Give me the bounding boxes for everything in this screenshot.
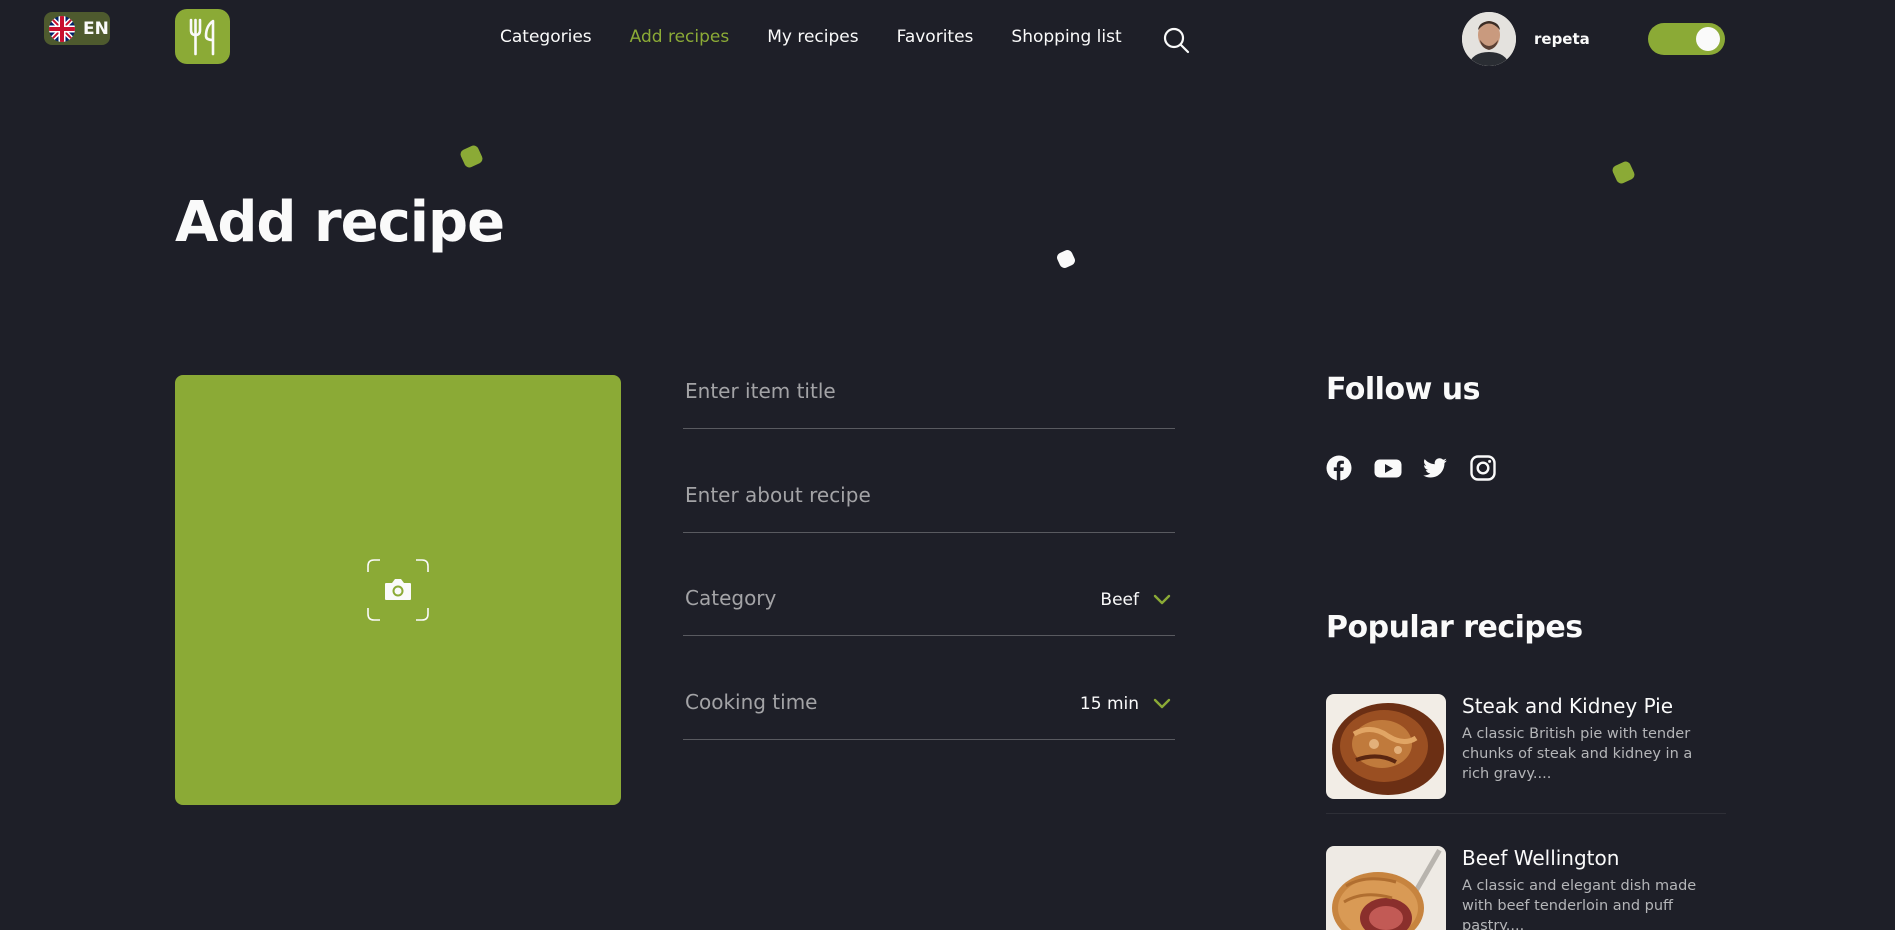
theme-toggle[interactable] <box>1648 23 1725 55</box>
recipe-info: Beef Wellington A classic and elegant di… <box>1462 846 1712 930</box>
search-icon[interactable] <box>1162 26 1190 58</box>
fork-knife-icon <box>189 18 214 55</box>
cooking-time-field: Cooking time 15 min <box>683 689 1175 740</box>
nav-favorites[interactable]: Favorites <box>897 27 974 47</box>
recipe-description: A classic and elegant dish made with bee… <box>1462 878 1697 930</box>
chevron-down-icon <box>1153 594 1171 605</box>
logo[interactable] <box>175 9 230 64</box>
category-select[interactable]: Beef <box>1100 590 1175 610</box>
language-switcher[interactable]: EN <box>44 12 110 45</box>
nav-categories[interactable]: Categories <box>500 27 592 47</box>
recipe-description: A classic British pie with tender chunks… <box>1462 726 1693 782</box>
title-field <box>683 378 1175 429</box>
about-field <box>683 482 1175 533</box>
cooking-time-label: Cooking time <box>685 690 818 714</box>
facebook-icon[interactable] <box>1326 455 1352 481</box>
follow-us-title: Follow us <box>1326 372 1480 407</box>
category-field: Category Beef <box>683 585 1175 636</box>
recipe-thumbnail <box>1326 694 1446 799</box>
instagram-icon[interactable] <box>1470 455 1496 481</box>
social-links <box>1326 455 1496 481</box>
decor-square-white <box>1055 248 1077 270</box>
avatar[interactable] <box>1462 12 1516 66</box>
nav-shopping-list[interactable]: Shopping list <box>1011 27 1121 47</box>
chevron-down-icon <box>1153 698 1171 709</box>
about-input[interactable] <box>685 483 1175 507</box>
popular-recipe-item[interactable]: Steak and Kidney Pie A classic British p… <box>1326 694 1726 814</box>
nav-add-recipes[interactable]: Add recipes <box>630 27 730 47</box>
camera-icon <box>367 559 429 621</box>
image-upload[interactable] <box>175 375 621 805</box>
popular-recipe-item[interactable]: Beef Wellington A classic and elegant di… <box>1326 846 1726 930</box>
nav-my-recipes[interactable]: My recipes <box>767 27 858 47</box>
youtube-icon[interactable] <box>1374 455 1402 481</box>
cooking-time-value: 15 min <box>1079 694 1139 714</box>
page-title: Add recipe <box>175 190 505 255</box>
cooking-time-select[interactable]: 15 min <box>1080 694 1175 714</box>
main-nav: Categories Add recipes My recipes Favori… <box>500 27 1160 47</box>
recipe-name: Beef Wellington <box>1462 846 1620 870</box>
title-input[interactable] <box>685 379 1175 403</box>
decor-square-green <box>1610 159 1637 186</box>
recipe-name: Steak and Kidney Pie <box>1462 694 1674 718</box>
recipe-thumbnail <box>1326 846 1446 930</box>
category-label: Category <box>685 586 777 610</box>
twitter-icon[interactable] <box>1422 455 1448 481</box>
decor-square-green <box>458 143 485 170</box>
recipe-info: Steak and Kidney Pie A classic British p… <box>1462 694 1712 799</box>
username[interactable]: repeta <box>1534 30 1590 48</box>
category-value: Beef <box>1100 590 1139 610</box>
uk-flag-icon <box>49 15 75 42</box>
popular-recipes-title: Popular recipes <box>1326 610 1583 645</box>
toggle-knob <box>1696 27 1720 51</box>
language-label: EN <box>83 18 109 39</box>
